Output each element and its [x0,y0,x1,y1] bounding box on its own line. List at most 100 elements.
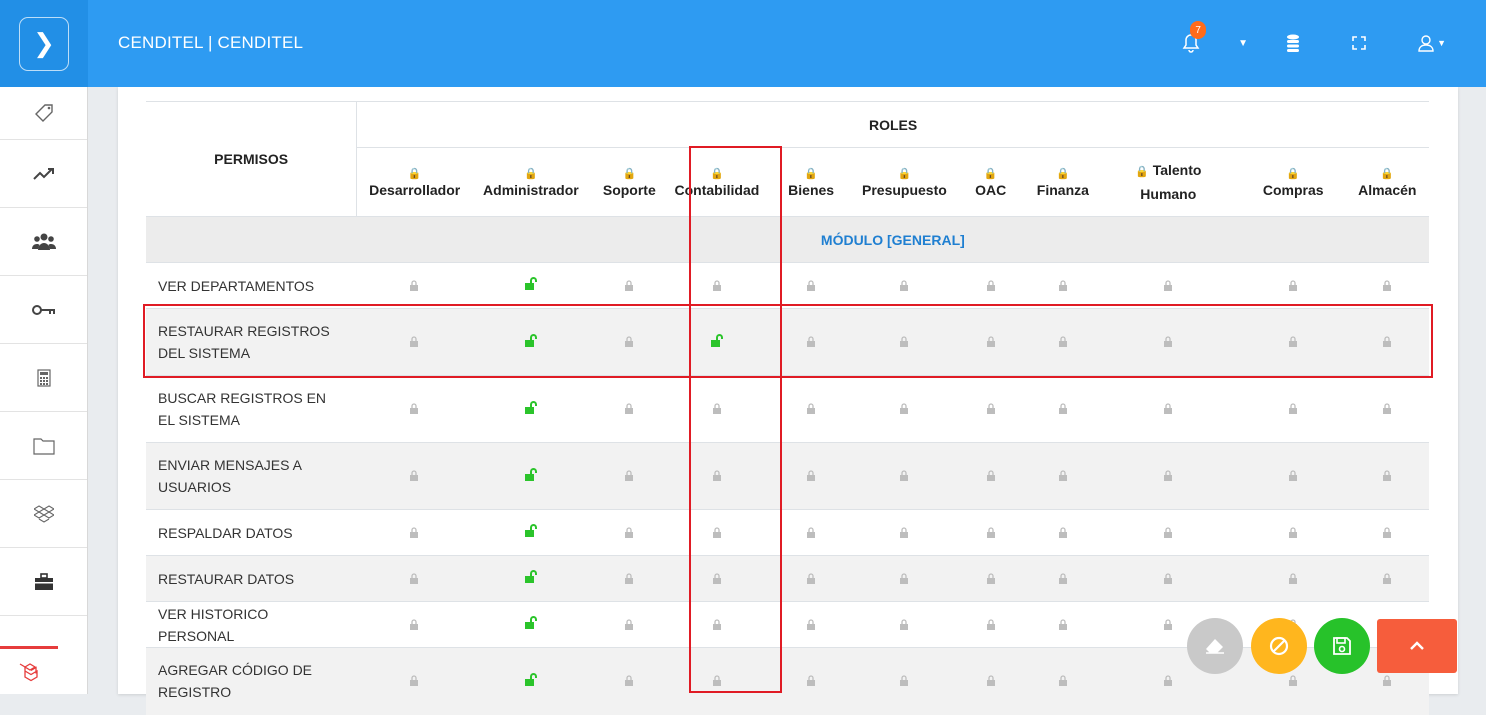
lock-icon[interactable] [986,572,996,587]
unlock-icon[interactable] [524,616,538,633]
lock-icon[interactable] [1288,572,1298,587]
lock-icon[interactable] [1288,403,1298,417]
lock-icon[interactable]: 🔒 [1245,163,1342,180]
lock-icon[interactable]: 🔒 [861,163,947,180]
lock-icon[interactable] [986,618,996,633]
lock-icon[interactable] [1382,526,1392,541]
lock-icon[interactable] [624,470,634,484]
lock-icon[interactable] [899,336,909,350]
lock-icon[interactable] [1288,470,1298,484]
lock-icon[interactable] [1058,526,1068,541]
key-icon[interactable] [0,276,87,344]
lock-icon[interactable]: 🔒 [769,163,854,180]
database-icon[interactable] [1286,34,1300,52]
lock-icon[interactable] [712,572,722,587]
lock-icon[interactable] [1058,336,1068,350]
lock-icon[interactable] [1163,470,1173,484]
lock-icon[interactable] [986,279,996,294]
lock-icon[interactable] [899,618,909,633]
lock-icon[interactable] [1288,675,1298,689]
lock-icon[interactable] [806,470,816,484]
lock-icon[interactable] [1163,279,1173,294]
lock-icon[interactable] [1163,526,1173,541]
laravel-icon[interactable] [0,646,58,694]
lock-icon[interactable] [986,336,996,350]
lock-icon[interactable]: 🔒 [594,163,665,180]
lock-icon[interactable] [1288,526,1298,541]
unlock-icon[interactable] [710,333,724,351]
caret-down-icon[interactable]: ▼ [1238,38,1248,49]
lock-icon[interactable] [1382,336,1392,350]
lock-icon[interactable]: 🔒 [673,163,761,180]
user-icon[interactable]: ▼ [1418,34,1446,52]
lock-icon[interactable] [712,470,722,484]
folder-icon[interactable] [0,412,87,480]
lock-icon[interactable] [986,526,996,541]
lock-icon[interactable] [986,675,996,689]
lock-icon[interactable] [1163,675,1173,689]
lock-icon[interactable] [409,470,419,484]
tag-icon[interactable] [0,87,87,140]
lock-icon[interactable]: 🔒 [361,163,468,180]
lock-icon[interactable] [899,279,909,294]
dropbox-icon[interactable] [0,480,87,548]
lock-icon[interactable] [899,526,909,541]
lock-icon[interactable] [899,470,909,484]
lock-icon[interactable] [409,572,419,587]
lock-icon[interactable] [409,526,419,541]
lock-icon[interactable] [712,403,722,417]
unlock-icon[interactable] [524,570,538,587]
lock-icon[interactable] [409,279,419,294]
unlock-icon[interactable] [524,333,538,351]
lock-icon[interactable]: 🔒 [955,163,1026,180]
lock-icon[interactable] [806,675,816,689]
cancel-icon[interactable] [1251,618,1307,674]
lock-icon[interactable] [712,526,722,541]
lock-icon[interactable] [409,675,419,689]
lock-icon[interactable] [1163,572,1173,587]
lock-icon[interactable] [624,403,634,417]
lock-icon[interactable] [409,336,419,350]
lock-icon[interactable] [624,336,634,350]
lock-icon[interactable] [712,618,722,633]
unlock-icon[interactable] [524,672,538,690]
lock-icon[interactable] [624,526,634,541]
lock-icon[interactable] [712,675,722,689]
lock-icon[interactable] [986,403,996,417]
lock-icon[interactable] [624,572,634,587]
scroll-up-icon[interactable] [1377,619,1457,673]
lock-icon[interactable] [624,675,634,689]
lock-icon[interactable] [1058,279,1068,294]
unlock-icon[interactable] [524,524,538,541]
users-icon[interactable] [0,208,87,276]
lock-icon[interactable] [1382,403,1392,417]
eraser-icon[interactable] [1187,618,1243,674]
brand-title[interactable]: CENDITEL | CENDITEL [118,33,303,53]
trend-up-icon[interactable] [0,140,87,208]
lock-icon[interactable]: 🔒 [476,163,586,180]
lock-icon[interactable] [899,572,909,587]
lock-icon[interactable] [1382,470,1392,484]
lock-icon[interactable] [1058,618,1068,633]
lock-icon[interactable] [409,403,419,417]
lock-icon[interactable] [1288,279,1298,294]
lock-icon[interactable] [1058,403,1068,417]
briefcase-icon[interactable] [0,548,87,616]
lock-icon[interactable] [624,279,634,294]
lock-icon[interactable] [1058,675,1068,689]
bell-icon[interactable]: 7 [1182,21,1207,53]
lock-icon[interactable]: 🔒 [1034,163,1092,180]
lock-icon[interactable]: 🔒 [1350,163,1425,180]
lock-icon[interactable] [1382,572,1392,587]
lock-icon[interactable] [806,336,816,350]
unlock-icon[interactable] [524,467,538,485]
lock-icon[interactable] [806,403,816,417]
lock-icon[interactable] [1163,618,1173,633]
unlock-icon[interactable] [524,277,538,294]
lock-icon[interactable] [806,572,816,587]
lock-icon[interactable] [806,279,816,294]
unlock-icon[interactable] [524,400,538,418]
lock-icon[interactable] [712,279,722,294]
lock-icon[interactable] [1382,675,1392,689]
lock-icon[interactable]: 🔒 [1135,166,1149,178]
